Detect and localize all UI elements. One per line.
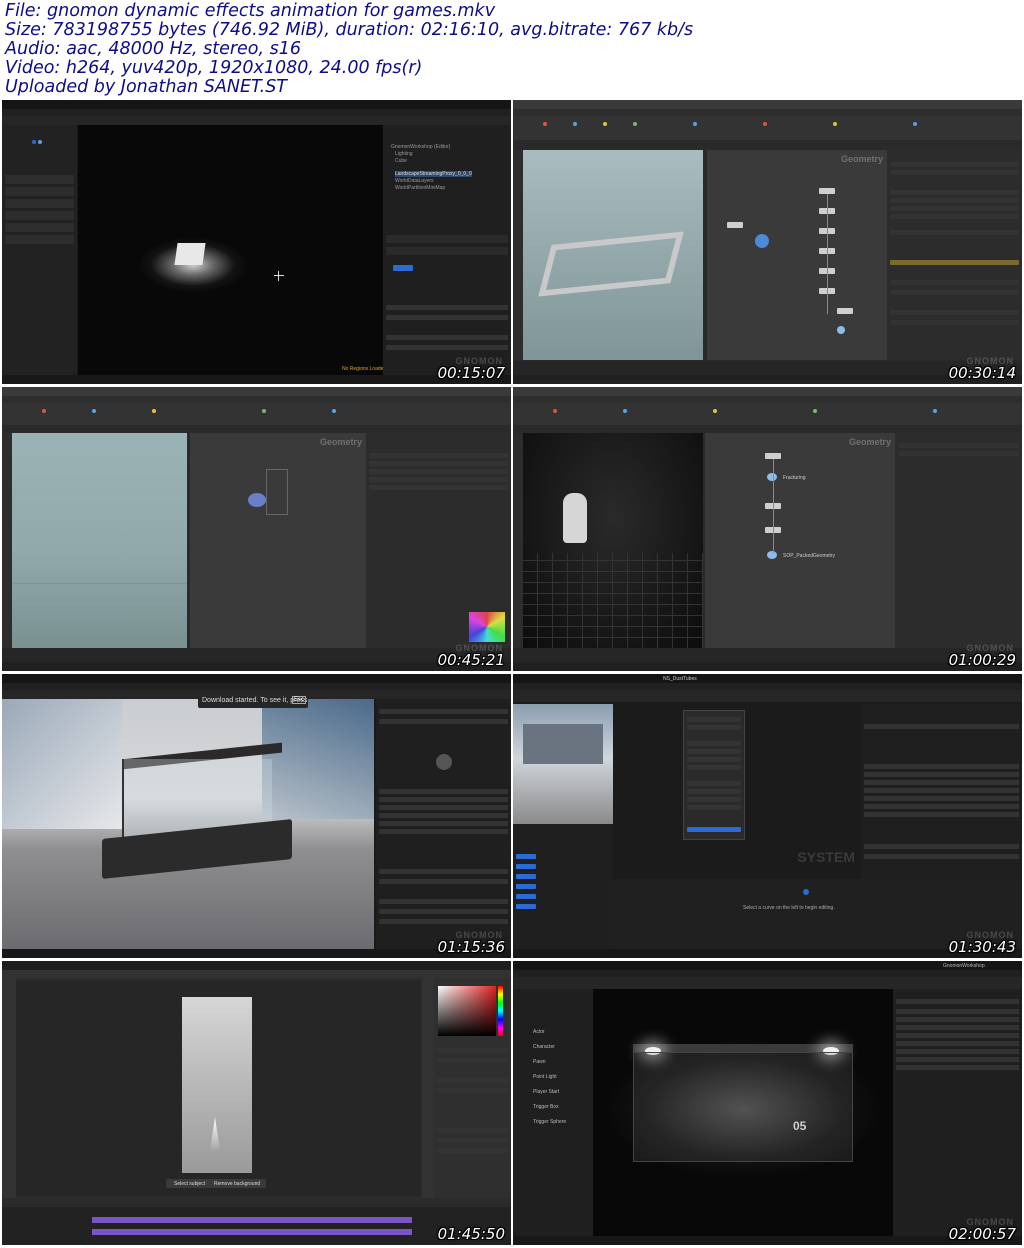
parameter-panel[interactable] — [887, 150, 1022, 360]
outliner-item[interactable]: WorldPartitionMiniMap — [395, 185, 445, 191]
thumbnail-3[interactable]: Geometry GNOMON 00:45:21 — [2, 387, 511, 671]
parameter-panel[interactable] — [366, 433, 511, 648]
color-palette[interactable] — [469, 612, 505, 642]
timestamp: 01:30:43 — [948, 938, 1016, 956]
video-line: Video: h264, yuv420p, 1920x1080, 24.00 f… — [5, 58, 423, 78]
esc-key: Esc — [292, 696, 307, 704]
audio-line: Audio: aac, 48000 Hz, stereo, s16 — [5, 39, 302, 59]
canvas-area[interactable]: Select subject Remove background — [16, 981, 421, 1196]
outliner-panel[interactable]: GnomonWorkshop (Editor) Lighting Cube La… — [383, 125, 511, 375]
outliner-item[interactable]: Cube — [395, 158, 407, 164]
timestamp: 01:15:36 — [437, 938, 505, 956]
place-actor-item[interactable]: Character — [533, 1044, 555, 1050]
place-actor-item[interactable]: Point Light — [533, 1074, 557, 1080]
viewport[interactable] — [2, 699, 374, 949]
tank-glass — [633, 1052, 853, 1162]
thumbnail-7[interactable]: Select subject Remove background 01:45:5… — [2, 961, 511, 1245]
network-label: Geometry — [319, 437, 362, 447]
shelf[interactable] — [513, 403, 1022, 425]
tank-sign: 05 — [793, 1119, 807, 1133]
viewport[interactable] — [523, 433, 703, 648]
file-line: File: gnomon dynamic effects animation f… — [5, 1, 496, 21]
system-overview-graph[interactable]: SYSTEM — [613, 704, 861, 879]
shelf[interactable] — [2, 403, 511, 425]
thumbnail-5[interactable]: Download started. To see it, press Esc G… — [2, 674, 511, 958]
toolbar — [2, 116, 511, 125]
timestamp: 01:45:50 — [437, 1225, 505, 1243]
place-actor-item[interactable]: Trigger Sphere — [533, 1119, 566, 1125]
selection-panel[interactable] — [861, 704, 1022, 879]
outliner-item[interactable]: Lighting — [395, 151, 413, 157]
outliner-panel[interactable] — [893, 989, 1022, 1236]
network-label: Geometry — [840, 154, 883, 164]
place-actors-panel[interactable] — [2, 125, 77, 375]
curve-hint: Select a curve on the left to begin edit… — [743, 905, 835, 911]
network-label: Geometry — [848, 437, 891, 447]
thumbnail-6[interactable]: NS_DustTubes SYSTEM Select a curve on th… — [513, 674, 1022, 958]
outliner-item-selected[interactable]: LandscapeStreamingProxy_0_0_0 — [395, 171, 472, 177]
viewport[interactable]: 05 — [593, 989, 893, 1236]
timestamp: 00:45:21 — [437, 651, 505, 669]
node-label: SOP_PackedGeometry — [783, 553, 835, 559]
outliner-item[interactable]: WorldDataLayers — [395, 178, 434, 184]
timestamp: 02:00:57 — [948, 1225, 1016, 1243]
place-actor-item[interactable]: Pawn — [533, 1059, 546, 1065]
tank-lid — [633, 1044, 853, 1052]
timeline[interactable] — [513, 648, 1022, 662]
system-label: SYSTEM — [797, 849, 855, 865]
timestamp: 01:00:29 — [948, 651, 1016, 669]
place-actor-item[interactable]: Player Start — [533, 1089, 559, 1095]
status-text: No Regions Loaded — [342, 366, 387, 372]
thumbnail-1[interactable]: No Regions Loaded GnomonWorkshop (Editor… — [2, 100, 511, 384]
network-editor[interactable]: Geometry — [707, 150, 887, 360]
thumbnail-2[interactable]: Geometry GNOMON 00:30:14 — [513, 100, 1022, 384]
timeline[interactable] — [513, 361, 1022, 375]
contextual-taskbar[interactable]: Select subject Remove background — [166, 1179, 266, 1188]
viewport[interactable] — [523, 150, 703, 360]
place-actors-panel[interactable]: Actor Character Pawn Point Light Player … — [513, 989, 593, 1236]
viewport[interactable]: No Regions Loaded — [78, 125, 387, 375]
details-panel[interactable] — [376, 699, 511, 949]
timeline[interactable] — [2, 648, 511, 662]
download-notice[interactable]: Download started. To see it, press Esc — [198, 694, 308, 708]
shelf[interactable] — [513, 116, 1022, 140]
info-header: File: gnomon dynamic effects animation f… — [0, 0, 1024, 98]
network-editor[interactable]: Geometry — [190, 433, 366, 648]
viewport[interactable] — [12, 433, 187, 648]
timestamp: 00:30:14 — [948, 364, 1016, 382]
uploader-line: Uploaded by Jonathan SANET.ST — [5, 77, 287, 97]
preview-viewport[interactable] — [513, 704, 613, 824]
network-editor[interactable]: Geometry Fracturing SOP_PackedGeometry — [705, 433, 895, 648]
thumbnail-8[interactable]: GnomonWorkshop Actor Character Pawn Poin… — [513, 961, 1022, 1245]
color-picker[interactable] — [438, 986, 496, 1036]
parameter-panel[interactable] — [895, 433, 1022, 648]
character-mesh — [563, 493, 587, 543]
place-actor-item[interactable]: Trigger Box — [533, 1104, 559, 1110]
tools-panel[interactable] — [2, 978, 16, 1198]
thumbnail-4[interactable]: Geometry Fracturing SOP_PackedGeometry G… — [513, 387, 1022, 671]
size-line: Size: 783198755 bytes (746.92 MiB), dura… — [5, 20, 694, 40]
timestamp: 00:15:07 — [437, 364, 505, 382]
project-title: GnomonWorkshop — [943, 963, 985, 969]
select-subject-button[interactable]: Select subject — [174, 1181, 205, 1187]
place-actor-item[interactable]: Actor — [533, 1029, 545, 1035]
canvas-document — [182, 997, 252, 1173]
parameters-panel[interactable] — [513, 824, 613, 949]
frame-mesh — [538, 231, 684, 297]
cube — [174, 243, 206, 265]
color-panel[interactable] — [434, 978, 511, 1198]
asset-tab[interactable]: NS_DustTubes — [663, 676, 697, 682]
outliner-item[interactable]: GnomonWorkshop (Editor) — [391, 144, 450, 150]
node-label: Fracturing — [783, 475, 806, 481]
timeline-panel[interactable] — [2, 1207, 511, 1245]
remove-background-button[interactable]: Remove background — [214, 1181, 260, 1187]
menu-bar — [2, 109, 511, 116]
title-bar — [2, 100, 511, 109]
